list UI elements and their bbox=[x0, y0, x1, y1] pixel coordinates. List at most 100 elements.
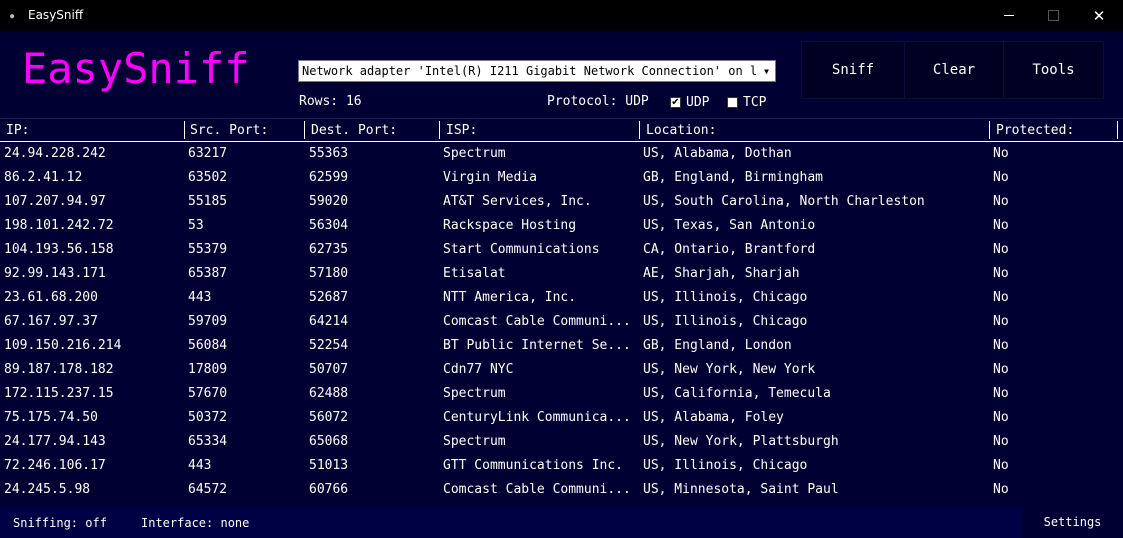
cell-protected: No bbox=[993, 290, 1009, 305]
maximize-icon bbox=[1047, 10, 1059, 21]
cell-dest-port: 50707 bbox=[309, 362, 349, 377]
cell-protected: No bbox=[993, 314, 1009, 329]
column-divider[interactable] bbox=[304, 121, 305, 139]
maximize-button[interactable] bbox=[1030, 0, 1076, 31]
column-divider[interactable] bbox=[989, 121, 990, 139]
table-row[interactable]: 109.150.216.214 56084 52254 BT Public Inter… bbox=[0, 334, 1123, 358]
table-row[interactable]: 23.61.68.200 443 52687 NTT America, Inc. US,… bbox=[0, 286, 1123, 310]
close-icon: ✕ bbox=[1092, 6, 1106, 25]
cell-protected: No bbox=[993, 218, 1009, 233]
close-button[interactable]: ✕ bbox=[1076, 0, 1122, 31]
table-row[interactable]: 89.187.178.182 17809 50707 Cdn77 NYC US, New… bbox=[0, 358, 1123, 382]
cell-ip: 107.207.94.97 bbox=[4, 194, 106, 209]
cell-dest-port: 59020 bbox=[309, 194, 349, 209]
checkbox-checked-icon[interactable]: ✔ bbox=[670, 97, 681, 108]
cell-location: US, South Carolina, North Charleston bbox=[643, 194, 925, 209]
network-adapter-select[interactable]: Network adapter 'Intel(R) I211 Gigabit N… bbox=[298, 60, 776, 82]
cell-ip: 23.61.68.200 bbox=[4, 290, 98, 305]
title-bar: ● EasySniff ✕ bbox=[0, 0, 1123, 31]
minimize-button[interactable] bbox=[986, 0, 1032, 31]
cell-ip: 72.246.106.17 bbox=[4, 458, 106, 473]
cell-dest-port: 52687 bbox=[309, 290, 349, 305]
cell-location: US, Illinois, Chicago bbox=[643, 314, 808, 329]
cell-src-port: 65334 bbox=[188, 434, 228, 449]
table-row[interactable]: 75.175.74.50 50372 56072 CenturyLink Commun… bbox=[0, 406, 1123, 430]
cell-dest-port: 62599 bbox=[309, 170, 349, 185]
table-row[interactable]: 104.193.56.158 55379 62735 Start Communicat… bbox=[0, 238, 1123, 262]
table-row[interactable]: 67.167.97.37 59709 64214 Comcast Cable Comm… bbox=[0, 310, 1123, 334]
column-divider[interactable] bbox=[184, 121, 185, 139]
tools-button[interactable]: Tools bbox=[1003, 41, 1104, 99]
column-divider[interactable] bbox=[639, 121, 640, 139]
cell-src-port: 64572 bbox=[188, 482, 228, 497]
cell-ip: 86.2.41.12 bbox=[4, 170, 83, 185]
cell-src-port: 53 bbox=[188, 218, 204, 233]
cell-protected: No bbox=[993, 362, 1009, 377]
table-row[interactable]: 24.94.228.242 63217 55363 Spectrum US, Alaba… bbox=[0, 142, 1123, 166]
cell-src-port: 56084 bbox=[188, 338, 228, 353]
column-header-protected[interactable]: Protected: bbox=[996, 123, 1074, 138]
cell-protected: No bbox=[993, 386, 1009, 401]
cell-location: US, California, Temecula bbox=[643, 386, 831, 401]
cell-ip: 89.187.178.182 bbox=[4, 362, 114, 377]
cell-dest-port: 60766 bbox=[309, 482, 349, 497]
column-header-src-port[interactable]: Src. Port: bbox=[190, 123, 268, 138]
protocol-label: Protocol: UDP bbox=[547, 94, 649, 109]
cell-ip: 24.177.94.143 bbox=[4, 434, 106, 449]
cell-isp: Start Communications bbox=[443, 242, 600, 257]
cell-ip: 172.115.237.15 bbox=[4, 386, 114, 401]
cell-isp: Spectrum bbox=[443, 146, 506, 161]
cell-isp: BT Public Internet Se... bbox=[443, 338, 631, 353]
settings-button[interactable]: Settings bbox=[1022, 506, 1123, 538]
minimize-icon bbox=[1004, 15, 1014, 16]
column-header-isp[interactable]: ISP: bbox=[446, 123, 477, 138]
clear-button[interactable]: Clear bbox=[904, 41, 1004, 99]
cell-ip: 75.175.74.50 bbox=[4, 410, 98, 425]
cell-location: US, Minnesota, Saint Paul bbox=[643, 482, 839, 497]
tcp-checkbox[interactable]: TCP bbox=[727, 95, 766, 110]
cell-protected: No bbox=[993, 338, 1009, 353]
table-row[interactable]: 107.207.94.97 55185 59020 AT&T Services, In… bbox=[0, 190, 1123, 214]
cell-location: US, Texas, San Antonio bbox=[643, 218, 816, 233]
column-header-ip[interactable]: IP: bbox=[6, 123, 29, 138]
cell-ip: 109.150.216.214 bbox=[4, 338, 122, 353]
cell-location: AE, Sharjah, Sharjah bbox=[643, 266, 800, 281]
table-row[interactable]: 198.101.242.72 53 56304 Rackspace Hosting US… bbox=[0, 214, 1123, 238]
cell-isp: Cdn77 NYC bbox=[443, 362, 514, 377]
table-row[interactable]: 86.2.41.12 63502 62599 Virgin Media GB, Engl… bbox=[0, 166, 1123, 190]
cell-ip: 198.101.242.72 bbox=[4, 218, 114, 233]
column-header-location[interactable]: Location: bbox=[646, 123, 716, 138]
udp-checkbox[interactable]: ✔ UDP bbox=[670, 95, 709, 110]
cell-dest-port: 51013 bbox=[309, 458, 349, 473]
table-row[interactable]: 172.115.237.15 57670 62488 Spectrum US, Cali… bbox=[0, 382, 1123, 406]
cell-dest-port: 65068 bbox=[309, 434, 349, 449]
checkbox-unchecked-icon[interactable] bbox=[727, 97, 738, 108]
cell-isp: GTT Communications Inc. bbox=[443, 458, 624, 473]
cell-location: US, Illinois, Chicago bbox=[643, 458, 808, 473]
cell-protected: No bbox=[993, 410, 1009, 425]
table-row[interactable]: 72.246.106.17 443 51013 GTT Communications … bbox=[0, 454, 1123, 478]
table-row[interactable]: 24.177.94.143 65334 65068 Spectrum US, New Y… bbox=[0, 430, 1123, 454]
column-header-dest-port[interactable]: Dest. Port: bbox=[311, 123, 397, 138]
cell-src-port: 443 bbox=[188, 290, 212, 305]
cell-location: CA, Ontario, Brantford bbox=[643, 242, 816, 257]
cell-protected: No bbox=[993, 146, 1009, 161]
cell-src-port: 63217 bbox=[188, 146, 228, 161]
cell-src-port: 59709 bbox=[188, 314, 228, 329]
column-divider[interactable] bbox=[439, 121, 440, 139]
column-divider[interactable] bbox=[1117, 121, 1118, 139]
cell-location: US, Alabama, Dothan bbox=[643, 146, 792, 161]
cell-dest-port: 55363 bbox=[309, 146, 349, 161]
table-row[interactable]: 92.99.143.171 65387 57180 Etisalat AE, Sharj… bbox=[0, 262, 1123, 286]
table-row[interactable]: 24.245.5.98 64572 60766 Comcast Cable Commu… bbox=[0, 478, 1123, 502]
app-logo: EasySniff bbox=[22, 44, 250, 93]
sniff-button[interactable]: Sniff bbox=[801, 41, 905, 99]
cell-protected: No bbox=[993, 194, 1009, 209]
cell-src-port: 63502 bbox=[188, 170, 228, 185]
cell-src-port: 55379 bbox=[188, 242, 228, 257]
chevron-down-icon[interactable]: ▼ bbox=[758, 61, 775, 81]
cell-src-port: 17809 bbox=[188, 362, 228, 377]
cell-isp: CenturyLink Communica... bbox=[443, 410, 631, 425]
cell-ip: 24.245.5.98 bbox=[4, 482, 91, 497]
cell-ip: 67.167.97.37 bbox=[4, 314, 98, 329]
